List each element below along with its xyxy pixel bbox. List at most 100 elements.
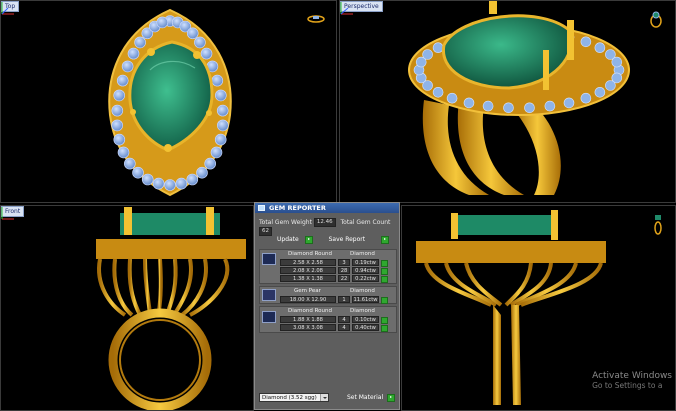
gem-material-label: Diamond bbox=[350, 251, 375, 257]
halo-diamond bbox=[503, 102, 514, 114]
save-report-label[interactable]: Save Report bbox=[329, 235, 366, 244]
gem-count-cell: 22 bbox=[338, 275, 350, 282]
total-gem-weight-label: Total Gem Weight bbox=[259, 219, 312, 226]
gem-size-cell: 2.58 X 2.58 bbox=[280, 259, 336, 266]
gem-reporter-titlebar[interactable]: GEM REPORTER bbox=[255, 203, 399, 213]
halo-diamond bbox=[210, 146, 223, 159]
material-select[interactable]: Diamond (3.52 sgg) bbox=[259, 393, 329, 402]
halo-diamond bbox=[124, 157, 136, 170]
halo-diamond bbox=[214, 133, 227, 146]
gem-shape-label: Diamond Round bbox=[288, 251, 332, 257]
gem-weight-cell: 11.61ctw bbox=[352, 296, 379, 303]
gem-weight-cell: 0.22ctw bbox=[352, 275, 379, 282]
viewport-right[interactable]: Activate Windows Go to Settings to a bbox=[401, 205, 676, 411]
perspective-view-render bbox=[408, 0, 630, 195]
gem-weight-cell: 0.40ctw bbox=[352, 324, 379, 331]
diamond-round-thumb-icon bbox=[262, 253, 276, 265]
actions-row: Update Save Report bbox=[277, 235, 395, 244]
halo-diamond bbox=[164, 179, 176, 191]
halo-diamond bbox=[141, 173, 154, 186]
chevron-down-icon[interactable] bbox=[320, 394, 328, 401]
halo-diamond bbox=[563, 97, 575, 109]
viewport-front[interactable]: Front bbox=[0, 205, 254, 411]
row-select-button[interactable] bbox=[381, 268, 388, 275]
gem-size-cell: 3.08 X 3.08 bbox=[280, 324, 336, 331]
halo-diamond bbox=[594, 42, 606, 54]
halo-diamond bbox=[463, 97, 475, 109]
gem-material-label: Diamond bbox=[350, 308, 375, 314]
set-material-label[interactable]: Set Material bbox=[347, 394, 383, 401]
gem-shape-label: Diamond Round bbox=[288, 308, 332, 314]
gem-reporter-panel: GEM REPORTER Total Gem Weight 12.46 Tota… bbox=[254, 202, 400, 410]
halo-diamond bbox=[156, 16, 169, 29]
watermark-line-2: Go to Settings to a bbox=[592, 381, 663, 390]
material-footer: Diamond (3.52 sgg) Set Material bbox=[259, 393, 395, 403]
totals-row: Total Gem Weight 12.46 Total Gem Count 6… bbox=[259, 218, 395, 236]
gem-shape-label: Gem Pear bbox=[294, 288, 321, 294]
halo-diamond bbox=[446, 92, 458, 104]
halo-diamond bbox=[611, 56, 623, 68]
row-select-button[interactable] bbox=[381, 260, 388, 267]
material-select-value: Diamond (3.52 sgg) bbox=[262, 395, 317, 401]
gem-count-cell: 3 bbox=[338, 259, 350, 266]
total-gem-weight-value: 12.46 bbox=[313, 218, 336, 227]
halo-diamond bbox=[432, 87, 444, 98]
halo-diamond bbox=[211, 74, 224, 87]
halo-diamond bbox=[134, 36, 146, 49]
top-view-render bbox=[108, 8, 232, 197]
update-button[interactable] bbox=[304, 235, 313, 244]
mini-ring-icon bbox=[307, 15, 325, 23]
halo-diamond bbox=[113, 89, 125, 102]
gem-weight-cell: 0.10ctw bbox=[352, 316, 379, 323]
viewport-perspective[interactable]: Perspective bbox=[339, 0, 676, 203]
row-select-button[interactable] bbox=[381, 297, 388, 304]
halo-diamond bbox=[580, 92, 592, 104]
axis-gizmo-icon bbox=[340, 2, 353, 15]
gem-reporter-window-icon bbox=[258, 205, 265, 211]
gem-count-cell: 1 bbox=[338, 296, 350, 303]
halo-diamond bbox=[194, 36, 206, 49]
gem-reporter-title: GEM REPORTER bbox=[269, 204, 326, 212]
halo-diamond bbox=[175, 177, 188, 190]
halo-diamond bbox=[127, 47, 140, 60]
viewport-top[interactable]: Top bbox=[0, 0, 337, 203]
update-button-label[interactable]: Update bbox=[277, 235, 299, 244]
halo-diamond bbox=[524, 102, 535, 114]
gem-pear-thumb-icon bbox=[262, 289, 276, 301]
axis-gizmo-icon bbox=[1, 2, 14, 15]
gem-material-label: Diamond bbox=[350, 288, 375, 294]
total-gem-count-label: Total Gem Count bbox=[340, 219, 391, 226]
halo-diamond bbox=[117, 146, 130, 159]
mini-ring-icon bbox=[654, 215, 662, 235]
gem-group[interactable]: Diamond Round Diamond 1.88 X 1.88 4 0.10c… bbox=[259, 306, 397, 333]
halo-diamond bbox=[594, 87, 606, 98]
front-view-render bbox=[96, 207, 246, 411]
halo-diamond bbox=[111, 119, 123, 132]
row-select-button[interactable] bbox=[381, 276, 388, 283]
halo-diamond bbox=[186, 27, 199, 40]
save-report-button[interactable] bbox=[381, 235, 390, 244]
halo-diamond bbox=[605, 80, 616, 91]
halo-diamond bbox=[132, 166, 144, 179]
gem-size-cell: 1.88 X 1.88 bbox=[280, 316, 336, 323]
set-material-button[interactable] bbox=[387, 394, 395, 402]
gem-count-cell: 4 bbox=[338, 324, 350, 331]
axis-gizmo-icon bbox=[1, 207, 14, 220]
watermark-line-1: Activate Windows bbox=[592, 371, 672, 381]
halo-diamond bbox=[121, 60, 134, 73]
halo-diamond bbox=[152, 177, 165, 190]
gem-weight-cell: 0.19ctw bbox=[352, 259, 379, 266]
row-select-button[interactable] bbox=[381, 325, 388, 332]
halo-diamond bbox=[422, 49, 433, 60]
halo-diamond bbox=[111, 104, 124, 117]
activate-windows-watermark: Activate Windows Go to Settings to a bbox=[592, 371, 672, 391]
gem-group[interactable]: Diamond Round Diamond 2.58 X 2.58 3 0.19c… bbox=[259, 249, 397, 284]
row-select-button[interactable] bbox=[381, 317, 388, 324]
halo-diamond bbox=[432, 42, 444, 54]
halo-diamond bbox=[544, 100, 556, 112]
halo-diamond bbox=[200, 47, 213, 60]
gem-weight-cell: 0.94ctw bbox=[352, 267, 379, 274]
halo-diamond bbox=[186, 173, 199, 186]
gem-group[interactable]: Gem Pear Diamond 18.00 X 12.90 1 11.61ctw bbox=[259, 286, 397, 304]
halo-diamond bbox=[116, 74, 129, 87]
